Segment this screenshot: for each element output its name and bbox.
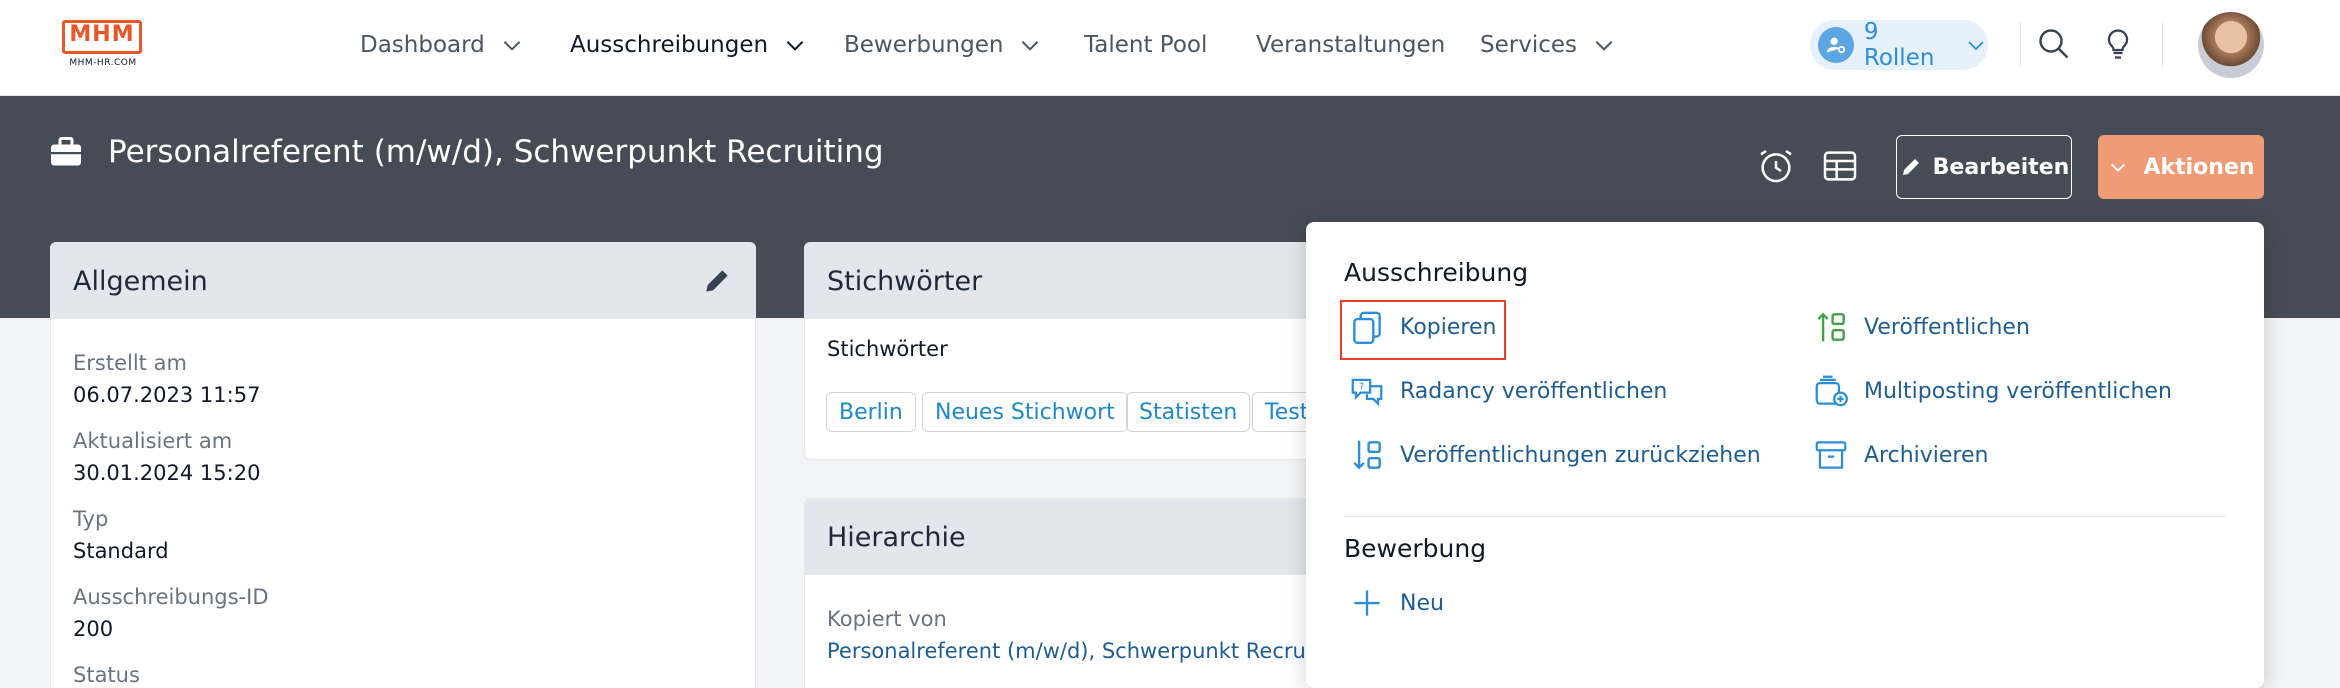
- pencil-icon: [1902, 159, 1919, 175]
- keywords-sub-label: Stichwörter: [827, 337, 948, 361]
- general-card: Allgemein Erstellt am 06.07.2023 11:57 A…: [50, 242, 756, 688]
- radancy-publish-action[interactable]: ? Radancy veröffentlichen: [1348, 372, 1667, 410]
- actions-button-label: Aktionen: [2143, 154, 2255, 180]
- created-at-label: Erstellt am: [73, 351, 187, 375]
- archive-icon: [1815, 441, 1847, 469]
- roles-selector[interactable]: 9 Rollen: [1810, 19, 1988, 71]
- keyword-tag[interactable]: Berlin: [826, 392, 916, 432]
- copied-from-link[interactable]: Personalreferent (m/w/d), Schwerpunkt Re…: [827, 639, 1320, 663]
- section-bewerbung: Bewerbung: [1344, 534, 1487, 563]
- status-label: Status: [73, 663, 140, 687]
- svg-text:?: ?: [1359, 381, 1364, 392]
- new-application-label: Neu: [1400, 590, 1444, 616]
- chevron-down-icon: [1022, 41, 1039, 51]
- chevron-down-icon: [503, 41, 521, 51]
- top-navigation-bar: MHM MHM-HR.COM Dashboard Ausschreibungen…: [0, 0, 2340, 96]
- archive-action-label: Archivieren: [1864, 442, 1989, 468]
- withdraw-publications-action[interactable]: Veröffentlichungen zurückziehen: [1348, 436, 1761, 474]
- keyword-tag[interactable]: Statisten: [1126, 392, 1251, 432]
- copy-action-label: Kopieren: [1400, 314, 1497, 340]
- nav-talent-pool[interactable]: Talent Pool: [1084, 30, 1207, 60]
- new-application-action[interactable]: Neu: [1348, 584, 1444, 622]
- nav-ausschreibungen-label: Ausschreibungen: [570, 32, 769, 58]
- nav-bewerbungen-label: Bewerbungen: [844, 32, 1004, 58]
- general-card-title: Allgemein: [73, 265, 208, 297]
- stack-add-icon: [1815, 375, 1848, 407]
- table-icon[interactable]: [1820, 146, 1860, 186]
- multiposting-publish-label: Multiposting veröffentlichen: [1864, 378, 2172, 404]
- alarm-clock-icon[interactable]: [1756, 146, 1796, 186]
- company-logo[interactable]: MHM MHM-HR.COM: [62, 20, 144, 72]
- nav-dashboard[interactable]: Dashboard: [360, 30, 525, 60]
- pencil-icon[interactable]: [701, 265, 733, 297]
- briefcase-icon: [51, 137, 81, 166]
- copy-icon: [1353, 311, 1381, 345]
- chevron-down-icon: [1595, 41, 1613, 51]
- divider: [1344, 516, 2226, 517]
- divider: [2162, 22, 2163, 68]
- chevron-down-icon: [786, 41, 804, 51]
- publish-up-icon: [1817, 312, 1845, 342]
- page-title: Personalreferent (m/w/d), Schwerpunkt Re…: [108, 134, 884, 170]
- publish-action[interactable]: Veröffentlichen: [1812, 308, 2030, 346]
- publish-action-label: Veröffentlichen: [1864, 314, 2030, 340]
- type-value: Standard: [73, 539, 169, 563]
- keyword-tag[interactable]: Neues Stichwort: [922, 392, 1128, 432]
- avatar[interactable]: [2198, 12, 2264, 78]
- roles-label: 9 Rollen: [1863, 19, 1935, 71]
- posting-id-value: 200: [73, 617, 114, 641]
- archive-action[interactable]: Archivieren: [1812, 436, 1988, 474]
- nav-ausschreibungen[interactable]: Ausschreibungen: [570, 30, 808, 60]
- type-label: Typ: [73, 507, 109, 531]
- lightbulb-icon[interactable]: [2100, 26, 2136, 62]
- edit-button-label: Bearbeiten: [1932, 154, 2070, 180]
- actions-button[interactable]: Aktionen: [2098, 135, 2264, 199]
- nav-dashboard-label: Dashboard: [360, 32, 485, 58]
- hierarchy-card-title: Hierarchie: [827, 521, 966, 553]
- created-at-value: 06.07.2023 11:57: [73, 383, 261, 407]
- nav-bewerbungen[interactable]: Bewerbungen: [844, 30, 1043, 60]
- radancy-publish-label: Radancy veröffentlichen: [1400, 378, 1668, 404]
- search-icon[interactable]: [2036, 26, 2072, 62]
- edit-button[interactable]: Bearbeiten: [1896, 135, 2072, 199]
- multiposting-publish-action[interactable]: Multiposting veröffentlichen: [1812, 372, 2172, 410]
- sort-down-icon: [1353, 440, 1381, 470]
- logo-mark: MHM: [69, 22, 135, 47]
- section-ausschreibung: Ausschreibung: [1344, 258, 1529, 287]
- divider: [2020, 22, 2021, 68]
- hierarchy-card: Hierarchie Kopiert von Personalreferent …: [804, 498, 1364, 688]
- updated-at-value: 30.01.2024 15:20: [73, 461, 261, 485]
- general-card-header: Allgemein: [51, 243, 755, 319]
- withdraw-publications-label: Veröffentlichungen zurückziehen: [1400, 442, 1761, 468]
- posting-id-label: Ausschreibungs-ID: [73, 585, 269, 609]
- hierarchy-card-header: Hierarchie: [805, 499, 1363, 575]
- keywords-card-title: Stichwörter: [827, 265, 983, 297]
- copied-from-label: Kopiert von: [827, 607, 947, 631]
- nav-veranstaltungen-label: Veranstaltungen: [1256, 32, 1446, 58]
- keywords-card-header: Stichwörter: [805, 243, 1363, 319]
- nav-talent-pool-label: Talent Pool: [1084, 32, 1208, 58]
- nav-services[interactable]: Services: [1480, 30, 1617, 60]
- chevron-down-icon: [2111, 163, 2126, 172]
- chevron-down-icon: [1968, 41, 1984, 51]
- chat-bubbles-icon: ?: [1351, 378, 1383, 407]
- actions-dropdown-menu: Ausschreibung Kopieren ? Radancy veröffe…: [1306, 222, 2264, 688]
- nav-veranstaltungen[interactable]: Veranstaltungen: [1256, 30, 1445, 60]
- plus-icon: [1354, 590, 1380, 616]
- user-settings-icon: [1818, 27, 1854, 63]
- copy-action[interactable]: Kopieren: [1348, 308, 1496, 346]
- logo-subtitle: MHM-HR.COM: [69, 58, 137, 68]
- nav-services-label: Services: [1480, 32, 1577, 58]
- updated-at-label: Aktualisiert am: [73, 429, 233, 453]
